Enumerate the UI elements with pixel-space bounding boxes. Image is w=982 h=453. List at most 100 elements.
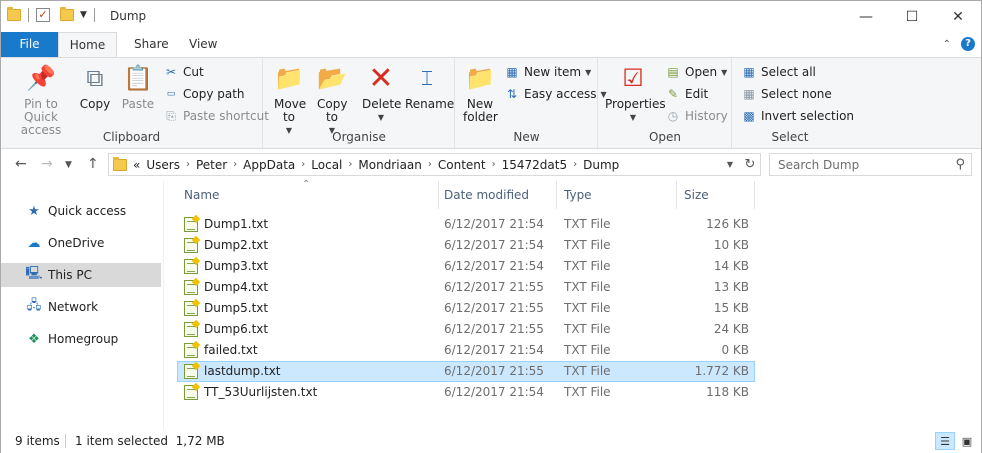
file-name: TT_53Uurlijsten.txt [204, 385, 318, 399]
search-icon: ⚲ [955, 157, 965, 172]
customize-toolbar-icon[interactable]: ▼ [80, 10, 87, 20]
copy-path-button[interactable]: ▭ Copy path [163, 86, 245, 102]
select-none-icon: ▦ [743, 87, 755, 101]
breadcrumb-item[interactable]: Content [438, 158, 486, 172]
chevron-down-icon: ▼ [721, 67, 728, 77]
homegroup-icon: ❖ [28, 331, 40, 347]
history-button[interactable]: ◷ History [665, 108, 728, 124]
chevron-right-icon[interactable]: › [428, 159, 432, 170]
new-folder-icon: 📁 [465, 63, 495, 92]
rename-button[interactable]: ⌶ Rename [405, 62, 454, 111]
breadcrumb: Users › Peter › AppData › Local › Mondri… [146, 158, 619, 172]
cut-button[interactable]: ✂ Cut [163, 64, 204, 80]
recent-locations-icon[interactable]: ▼ [65, 160, 72, 170]
computer-icon: 🖳 [25, 266, 43, 281]
table-row[interactable]: Dump5.txt 6/12/2017 21:55 TXT File 15 KB [177, 298, 755, 319]
nav-item-homegroup[interactable]: ❖ Homegroup [1, 327, 161, 351]
ribbon-controls: ⌃ ? [943, 37, 975, 51]
ribbon: 📌 Pin to Quick access ⧉ Copy 📋 Paste ✂ C… [1, 57, 981, 149]
nav-item-network[interactable]: 🖧 Network [1, 295, 161, 319]
breadcrumb-item[interactable]: Peter [196, 158, 227, 172]
easy-access-button[interactable]: ⇅ Easy access ▼ [504, 86, 607, 102]
minimize-button[interactable]: — [843, 1, 889, 32]
column-header-name[interactable]: Name [177, 181, 439, 209]
breadcrumb-item[interactable]: Local [311, 158, 342, 172]
organise-group: 📁 Move to ▼ 📂 Copy to ▼ ✕ Delete ▼ ⌶ Ren… [264, 58, 455, 148]
details-view-icon[interactable]: ☰ [935, 432, 955, 450]
invert-selection-button[interactable]: ▩ Invert selection [741, 108, 854, 124]
edit-button[interactable]: ✎ Edit [665, 86, 708, 102]
column-header-date[interactable]: Date modified [437, 181, 557, 209]
chevron-right-icon[interactable]: › [348, 159, 352, 170]
properties-button[interactable]: ☑ Properties ▼ [605, 62, 666, 124]
new-item-button[interactable]: ▦ New item ▼ [504, 64, 591, 80]
chevron-right-icon[interactable]: › [233, 159, 237, 170]
tab-home[interactable]: Home [58, 32, 117, 58]
chevron-right-icon[interactable]: › [186, 159, 190, 170]
txt-file-icon [184, 364, 198, 379]
large-icons-view-icon[interactable]: ▣ [957, 432, 977, 450]
copy-to-button[interactable]: 📂 Copy to ▼ [313, 62, 351, 137]
search-input[interactable]: Search Dump ⚲ [769, 153, 972, 176]
select-none-button[interactable]: ▦ Select none [741, 86, 831, 102]
select-all-button[interactable]: ▦ Select all [741, 64, 816, 80]
back-arrow-icon[interactable]: ← [15, 156, 27, 172]
open-button[interactable]: ▤ Open ▼ [665, 64, 727, 80]
paste-shortcut-button[interactable]: ⎘ Paste shortcut [163, 108, 269, 124]
chevron-right-icon[interactable]: › [573, 159, 577, 170]
refresh-icon[interactable]: ↻ [740, 157, 760, 172]
copy-icon: ⧉ [86, 63, 104, 92]
new-folder-button[interactable]: 📁 New folder [462, 62, 498, 124]
delete-button[interactable]: ✕ Delete ▼ [362, 62, 401, 124]
breadcrumb-item[interactable]: Users [146, 158, 180, 172]
edit-icon: ✎ [667, 87, 679, 101]
chevron-up-icon[interactable]: ⌃ [943, 39, 951, 50]
file-name: Dump6.txt [204, 322, 269, 336]
properties-quick-icon[interactable]: ✓ [36, 8, 50, 22]
table-row[interactable]: Dump3.txt 6/12/2017 21:54 TXT File 14 KB [177, 256, 755, 277]
paste-button[interactable]: 📋 Paste [119, 62, 157, 111]
close-button[interactable]: ✕ [935, 1, 981, 32]
address-bar[interactable]: « Users › Peter › AppData › Local › Mond… [108, 153, 761, 176]
column-header-type[interactable]: Type [557, 181, 677, 209]
nav-item-this-pc[interactable]: 🖳 This PC [1, 263, 161, 287]
explorer-window: ✓ ▼ Dump — ☐ ✕ File Home Share View ⌃ ? … [0, 0, 982, 453]
table-row[interactable]: Dump2.txt 6/12/2017 21:54 TXT File 10 KB [177, 235, 755, 256]
table-row[interactable]: Dump1.txt 6/12/2017 21:54 TXT File 126 K… [177, 214, 755, 235]
breadcrumb-item[interactable]: Dump [583, 158, 619, 172]
file-date: 6/12/2017 21:54 [444, 385, 544, 399]
file-type: TXT File [564, 385, 611, 399]
table-row[interactable]: failed.txt 6/12/2017 21:54 TXT File 0 KB [177, 340, 755, 361]
ribbon-tabs: File Home Share View ⌃ ? [1, 32, 981, 58]
column-header-size[interactable]: Size [677, 181, 755, 209]
address-dropdown-icon[interactable]: ▼ [720, 160, 740, 169]
chevron-right-icon[interactable]: › [301, 159, 305, 170]
breadcrumb-overflow[interactable]: « [133, 158, 140, 172]
tab-view[interactable]: View [177, 32, 229, 57]
window-title: Dump [110, 9, 147, 23]
table-row[interactable]: TT_53Uurlijsten.txt 6/12/2017 21:54 TXT … [177, 382, 755, 403]
file-size: 10 KB [713, 238, 749, 252]
up-arrow-icon[interactable]: ↑ [87, 156, 99, 172]
copy-button[interactable]: ⧉ Copy [77, 62, 113, 111]
table-row[interactable]: Dump6.txt 6/12/2017 21:55 TXT File 24 KB [177, 319, 755, 340]
move-to-button[interactable]: 📁 Move to ▼ [270, 62, 308, 137]
table-row-selected[interactable]: lastdump.txt 6/12/2017 21:55 TXT File 1.… [177, 361, 755, 382]
forward-arrow-icon[interactable]: → [41, 156, 53, 172]
breadcrumb-item[interactable]: 15472dat5 [502, 158, 567, 172]
breadcrumb-item[interactable]: Mondriaan [358, 158, 422, 172]
chevron-right-icon[interactable]: › [492, 159, 496, 170]
table-row[interactable]: Dump4.txt 6/12/2017 21:55 TXT File 13 KB [177, 277, 755, 298]
chevron-down-icon: ▼ [377, 113, 385, 122]
address-actions: ▼ ↻ [720, 154, 760, 175]
breadcrumb-item[interactable]: AppData [243, 158, 295, 172]
nav-item-onedrive[interactable]: ☁ OneDrive [1, 231, 161, 255]
nav-item-quick-access[interactable]: ★ Quick access [1, 199, 161, 223]
pin-quick-access-button[interactable]: 📌 Pin to Quick access [6, 62, 76, 137]
maximize-button[interactable]: ☐ [889, 1, 935, 32]
new-folder-quick-icon[interactable] [60, 7, 74, 21]
tab-file[interactable]: File [1, 32, 58, 57]
tab-share[interactable]: Share [122, 32, 181, 57]
help-icon[interactable]: ? [961, 37, 975, 51]
txt-file-icon [184, 217, 198, 232]
